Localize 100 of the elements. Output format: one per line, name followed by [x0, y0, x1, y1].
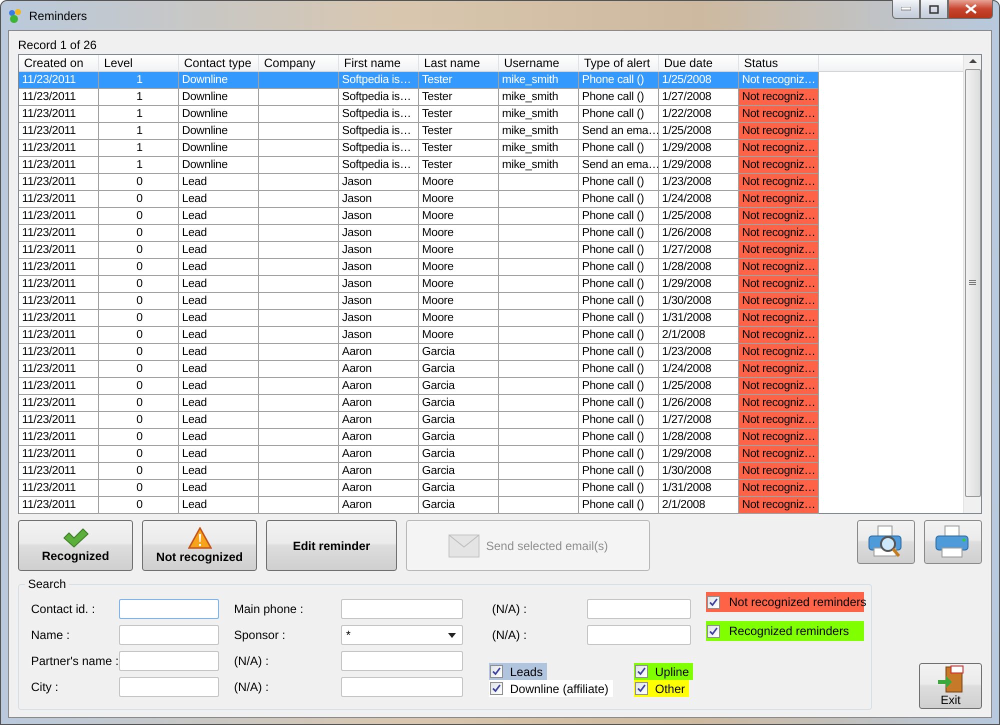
- record-counter: Record 1 of 26: [18, 37, 98, 54]
- status-cell: Not recogniz…: [739, 259, 819, 276]
- table-row[interactable]: 11/23/2011 0 Lead Aaron Garcia Phone call () 2/1/2008 Not recogniz…: [19, 497, 819, 514]
- table-row[interactable]: 11/23/2011 0 Lead Aaron Garcia Phone call () 1/30/2008 Not recogniz…: [19, 463, 819, 480]
- input-field[interactable]: [119, 625, 219, 645]
- status-cell: Not recogniz…: [739, 157, 819, 174]
- input-field[interactable]: [587, 625, 691, 645]
- recognized-button[interactable]: Recognized: [18, 520, 133, 571]
- input-field[interactable]: [341, 677, 463, 697]
- table-row[interactable]: 11/23/2011 0 Lead Jason Moore Phone call () 1/29/2008 Not recogniz…: [19, 276, 819, 293]
- search-title: Search: [25, 577, 70, 591]
- check-icon: [709, 626, 718, 636]
- status-cell: Not recogniz…: [739, 378, 819, 395]
- status-cell: Not recogniz…: [739, 446, 819, 463]
- table-row[interactable]: 11/23/2011 1 Downline Softpedia is… Tester mike_smith Phone call () 1/29/2008 Not recogniz…: [19, 140, 819, 157]
- status-cell: Not recogniz…: [739, 344, 819, 361]
- table-row[interactable]: 11/23/2011 0 Lead Jason Moore Phone call () 1/27/2008 Not recogniz…: [19, 242, 819, 259]
- table-row[interactable]: 11/23/2011 1 Downline Softpedia is… Tester mike_smith Phone call () 1/27/2008 Not recogniz…: [19, 89, 819, 106]
- maximize-icon: [929, 4, 939, 14]
- table-row[interactable]: 11/23/2011 0 Lead Jason Moore Phone call () 1/28/2008 Not recogniz…: [19, 259, 819, 276]
- field-label: Name :: [31, 628, 71, 642]
- column-header[interactable]: Type of alert: [579, 55, 659, 72]
- status-cell: Not recogniz…: [739, 361, 819, 378]
- print-preview-button[interactable]: [857, 520, 915, 564]
- field-label: (N/A) :: [234, 654, 270, 668]
- column-header[interactable]: Last name: [419, 55, 499, 72]
- table-cell: Lead: [179, 497, 259, 514]
- table-cell: 11/23/2011: [19, 497, 99, 514]
- close-button[interactable]: [948, 0, 993, 19]
- scroll-thumb[interactable]: [964, 69, 980, 497]
- column-header[interactable]: Level: [99, 55, 179, 72]
- table-row[interactable]: 11/23/2011 0 Lead Jason Moore Phone call () 1/25/2008 Not recogniz…: [19, 208, 819, 225]
- table-row[interactable]: 11/23/2011 0 Lead Aaron Garcia Phone call () 1/26/2008 Not recogniz…: [19, 395, 819, 412]
- table-row[interactable]: 11/23/2011 0 Lead Aaron Garcia Phone call () 1/27/2008 Not recogniz…: [19, 412, 819, 429]
- table-row[interactable]: 11/23/2011 0 Lead Aaron Garcia Phone call () 1/25/2008 Not recogniz…: [19, 378, 819, 395]
- status-cell: Not recogniz…: [739, 225, 819, 242]
- checkmark-icon: [62, 528, 88, 548]
- table-row[interactable]: 11/23/2011 0 Lead Jason Moore Phone call () 1/23/2008 Not recogniz…: [19, 174, 819, 191]
- people-icon: [7, 8, 23, 24]
- table-row[interactable]: 11/23/2011 0 Lead Aaron Garcia Phone call () 1/23/2008 Not recogniz…: [19, 344, 819, 361]
- exit-door-icon: [936, 665, 966, 693]
- input-field[interactable]: [119, 651, 219, 671]
- table-row[interactable]: 11/23/2011 1 Downline Softpedia is… Tester mike_smith Phone call () 1/22/2008 Not recogniz…: [19, 106, 819, 123]
- field-label: Partner's name :: [31, 654, 119, 668]
- table-row[interactable]: 11/23/2011 0 Lead Jason Moore Phone call () 1/30/2008 Not recogniz…: [19, 293, 819, 310]
- filter-checkbox[interactable]: Recognized reminders: [706, 621, 864, 641]
- status-cell: Not recogniz…: [739, 310, 819, 327]
- input-field[interactable]: [119, 599, 219, 619]
- table-row[interactable]: 11/23/2011 0 Lead Jason Moore Phone call () 2/1/2008 Not recogniz…: [19, 327, 819, 344]
- table-row[interactable]: 11/23/2011 0 Lead Aaron Garcia Phone call () 1/24/2008 Not recogniz…: [19, 361, 819, 378]
- filter-checkbox[interactable]: Other: [634, 680, 690, 697]
- column-header[interactable]: Created on: [19, 55, 99, 72]
- column-header[interactable]: Contact type: [179, 55, 259, 72]
- column-header[interactable]: Due date: [659, 55, 739, 72]
- dropdown-field[interactable]: *: [341, 625, 463, 645]
- input-field[interactable]: [587, 599, 691, 619]
- not-recognized-button[interactable]: Not recognized: [142, 520, 257, 571]
- status-cell: Not recogniz…: [739, 106, 819, 123]
- dropdown-caret-icon: [448, 632, 456, 638]
- maximize-button[interactable]: [920, 0, 948, 19]
- table-row[interactable]: 11/23/2011 0 Lead Aaron Garcia Phone call () 1/28/2008 Not recogniz…: [19, 429, 819, 446]
- input-field[interactable]: [341, 599, 463, 619]
- table-row[interactable]: 11/23/2011 1 Downline Softpedia is… Tester mike_smith Send an ema… 1/25/2008 Not recogniz…: [19, 123, 819, 140]
- status-cell: Not recogniz…: [739, 327, 819, 344]
- status-cell: Not recogniz…: [739, 89, 819, 106]
- dropdown-value: *: [346, 628, 351, 642]
- check-icon: [709, 598, 718, 606]
- table-row[interactable]: 11/23/2011 1 Downline Softpedia is… Tester mike_smith Send an ema… 1/29/2008 Not recogniz…: [19, 157, 819, 174]
- edit-button[interactable]: Edit reminder: [266, 520, 397, 571]
- print-button[interactable]: [924, 520, 982, 564]
- table-cell: Aaron: [339, 497, 419, 514]
- minimize-button[interactable]: [892, 0, 920, 19]
- status-cell: Not recogniz…: [739, 463, 819, 480]
- status-cell: Not recogniz…: [739, 293, 819, 310]
- column-header[interactable]: Username: [499, 55, 579, 72]
- exit-button[interactable]: Exit: [919, 663, 982, 709]
- input-field[interactable]: [341, 651, 463, 671]
- column-header[interactable]: Company: [259, 55, 339, 72]
- table-row[interactable]: 11/23/2011 0 Lead Jason Moore Phone call () 1/24/2008 Not recogniz…: [19, 191, 819, 208]
- status-cell: Not recogniz…: [739, 174, 819, 191]
- table-row[interactable]: 11/23/2011 0 Lead Aaron Garcia Phone call () 1/29/2008 Not recogniz…: [19, 446, 819, 463]
- filter-checkbox[interactable]: Upline: [634, 663, 694, 680]
- column-header[interactable]: First name: [339, 55, 419, 72]
- table-row[interactable]: 11/23/2011 0 Lead Aaron Garcia Phone call () 1/31/2008 Not recogniz…: [19, 480, 819, 497]
- scrollbar[interactable]: [963, 55, 981, 513]
- table-cell: 0: [99, 497, 179, 514]
- filter-checkbox[interactable]: Downline (affiliate): [489, 680, 612, 697]
- field-label: Sponsor :: [234, 628, 286, 642]
- warning-icon: [188, 527, 212, 549]
- table-row[interactable]: 11/23/2011 0 Lead Jason Moore Phone call () 1/26/2008 Not recogniz…: [19, 225, 819, 242]
- table-row[interactable]: 11/23/2011 0 Lead Jason Moore Phone call () 1/31/2008 Not recogniz…: [19, 310, 819, 327]
- input-field[interactable]: [119, 677, 219, 697]
- column-header[interactable]: Status: [739, 55, 819, 72]
- status-cell: Not recogniz…: [739, 412, 819, 429]
- envelope-icon: [448, 534, 480, 558]
- close-icon: [964, 4, 976, 14]
- field-label: (N/A) :: [234, 680, 270, 694]
- status-cell: Not recogniz…: [739, 480, 819, 497]
- window-title: Reminders: [29, 8, 88, 22]
- filter-checkbox[interactable]: Leads: [489, 663, 547, 680]
